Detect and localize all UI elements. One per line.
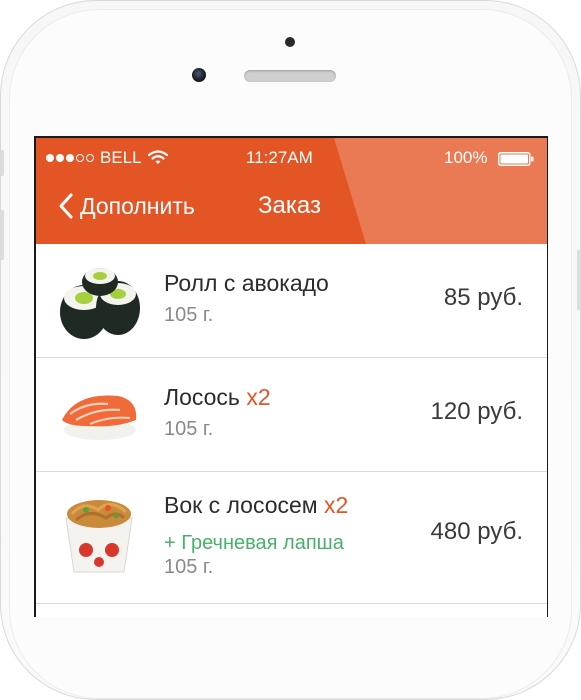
avocado-roll-icon (60, 268, 140, 339)
carrier-name: BELL (100, 148, 142, 167)
item-weight: 105 г. (164, 304, 214, 326)
item-addon: + Гречневая лапша (164, 532, 344, 554)
earpiece-speaker (244, 70, 336, 82)
item-name-text: Ролл с авокадо (164, 270, 329, 296)
status-time: 11:27AM (246, 148, 313, 167)
wifi-icon (147, 150, 168, 164)
nav-bar: Дополнить Заказ (36, 182, 547, 242)
item-price: 85 руб. (443, 284, 523, 311)
item-name-text: Лосось (164, 384, 240, 410)
volume-up-button (0, 210, 4, 260)
item-weight: 105 г. (164, 418, 214, 440)
order-item[interactable]: Вок с лососем x2 + Гречневая лапша 105 г… (36, 472, 547, 604)
proximity-sensor (285, 37, 295, 47)
back-button[interactable]: Дополнить (58, 192, 195, 220)
signal-dots-icon (46, 154, 94, 162)
page-title: Заказ (258, 192, 321, 219)
chevron-left-icon (59, 193, 73, 219)
item-price: 120 руб. (430, 398, 523, 425)
phone-screen: BELL 11:27AM 100% Дополнить Заказ Ролл с… (34, 136, 548, 617)
power-button (577, 250, 581, 310)
item-weight: 105 г. (164, 556, 214, 578)
order-item[interactable]: Лосось x2 105 г. 120 руб. (36, 358, 547, 472)
mute-switch (0, 150, 4, 176)
status-left: BELL (46, 148, 168, 168)
status-bar: BELL 11:27AM 100% (36, 144, 547, 172)
app-screen: BELL 11:27AM 100% Дополнить Заказ Ролл с… (36, 138, 547, 617)
order-item[interactable]: Ролл с авокадо 105 г. 85 руб. (36, 244, 547, 358)
item-name-text: Вок с лососем (164, 492, 318, 518)
wok-box-icon (65, 500, 133, 573)
battery-icon (498, 152, 534, 166)
item-price: 480 руб. (430, 518, 523, 545)
order-list: Ролл с авокадо 105 г. 85 руб. Лосось x2 … (36, 244, 547, 604)
back-label: Дополнить (80, 192, 195, 219)
item-name: Ролл с авокадо (164, 270, 329, 297)
app-header: BELL 11:27AM 100% Дополнить Заказ (36, 138, 547, 244)
item-quantity: x2 (246, 384, 271, 410)
item-quantity: x2 (324, 492, 349, 518)
salmon-nigiri-icon (62, 395, 137, 440)
front-camera (192, 68, 206, 82)
item-name: Вок с лососем x2 (164, 492, 348, 519)
item-name: Лосось x2 (164, 384, 271, 411)
battery-percent: 100% (444, 148, 488, 167)
